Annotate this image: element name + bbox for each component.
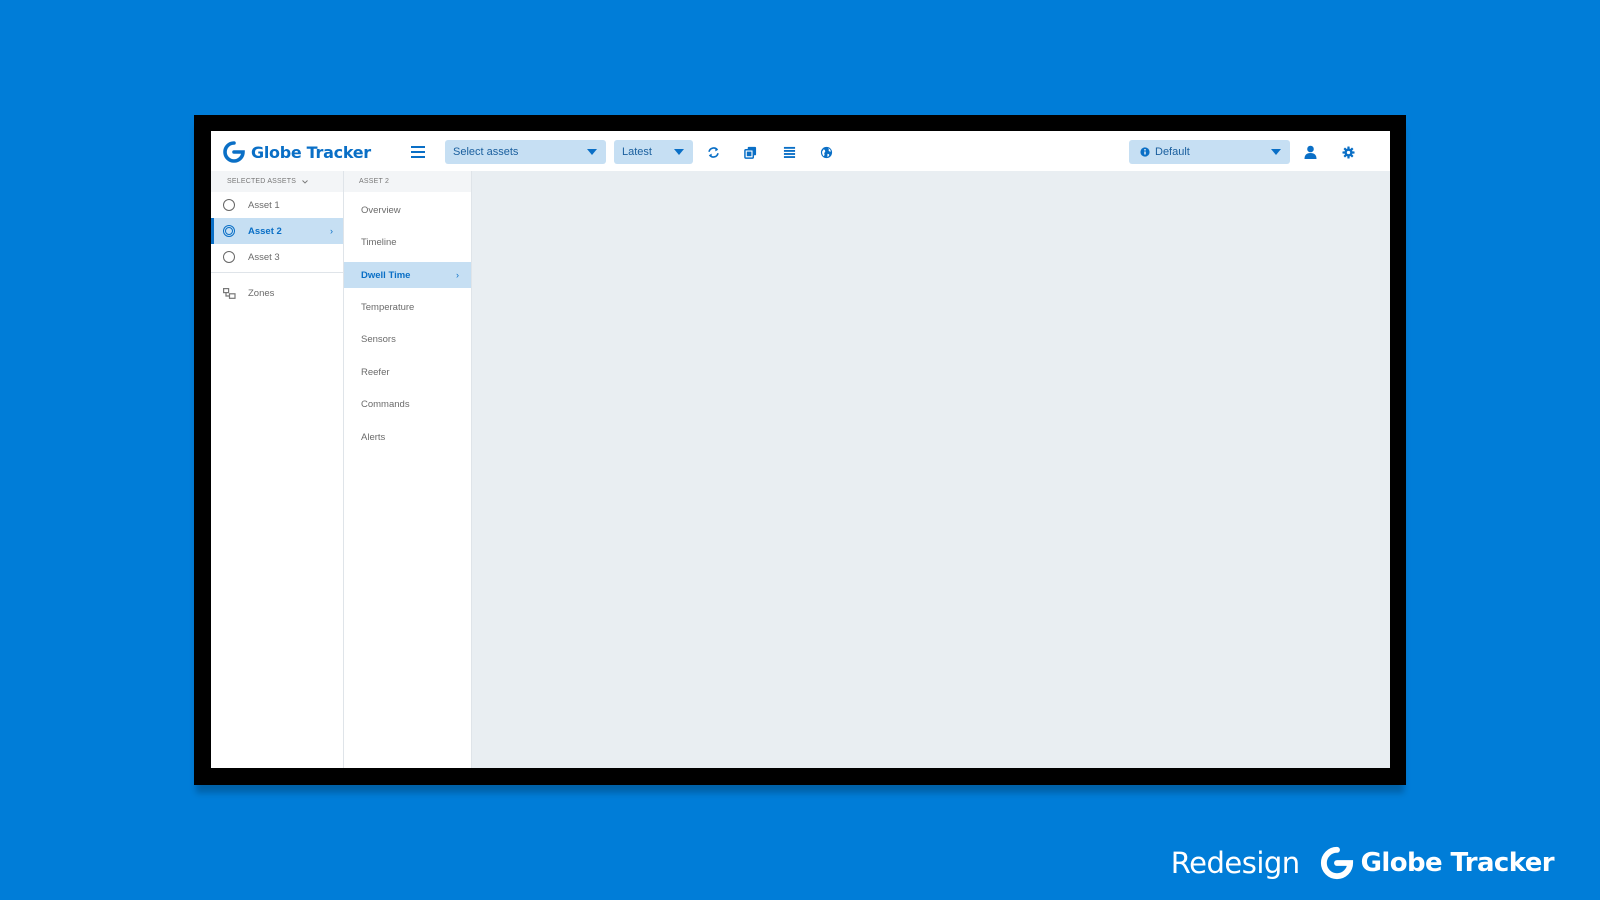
time-range-label: Latest	[622, 146, 652, 158]
radio-selected-icon	[223, 225, 235, 237]
submenu-title: ASSET 2	[359, 178, 390, 185]
asset-item-label: Asset 2	[248, 225, 282, 237]
selected-assets-header[interactable]: SELECTED ASSETS	[211, 171, 343, 192]
user-button[interactable]	[1301, 143, 1319, 161]
submenu-item-label: Sensors	[361, 334, 396, 346]
footer-logo-text: Globe Tracker	[1360, 848, 1555, 878]
top-bar: Globe Tracker Select assets Latest Defau…	[211, 131, 1390, 171]
copy-button[interactable]	[741, 143, 759, 161]
footer-brand: Redesign Globe Tracker	[1170, 846, 1555, 880]
select-assets-label: Select assets	[453, 146, 519, 158]
submenu-item-overview[interactable]: Overview	[344, 194, 471, 227]
chevron-down-icon	[1271, 149, 1281, 155]
chevron-down-icon	[587, 149, 597, 155]
submenu-item-label: Reefer	[361, 366, 390, 378]
settings-button[interactable]	[1339, 143, 1357, 161]
submenu-item-label: Commands	[361, 399, 410, 411]
asset-item-label: Asset 1	[248, 199, 280, 211]
chevron-down-icon	[674, 149, 684, 155]
radio-icon	[223, 251, 235, 263]
submenu-item-sensors[interactable]: Sensors	[344, 324, 471, 357]
submenu-item-label: Overview	[361, 204, 401, 216]
chevron-right-icon: ›	[456, 270, 459, 280]
zones-item[interactable]: Zones	[211, 273, 343, 313]
submenu-header: ASSET 2	[344, 171, 471, 192]
copy-icon	[743, 146, 756, 159]
radio-icon	[223, 199, 235, 211]
list-view-button[interactable]	[780, 143, 798, 161]
submenu-item-label: Timeline	[361, 237, 397, 249]
info-icon	[1140, 147, 1150, 157]
chevron-down-icon	[302, 179, 308, 184]
refresh-icon	[707, 146, 719, 158]
device-frame: Globe Tracker Select assets Latest Defau…	[194, 115, 1406, 785]
app-screen: Globe Tracker Select assets Latest Defau…	[211, 131, 1390, 768]
menu-toggle-button[interactable]	[408, 144, 428, 160]
menu-icon	[411, 146, 425, 158]
globe-tracker-logo-icon	[1320, 846, 1353, 880]
selected-assets-title: SELECTED ASSETS	[227, 178, 297, 185]
zones-label: Zones	[248, 287, 275, 299]
asset-item-2[interactable]: Asset 2 ›	[211, 218, 343, 244]
asset-item-label: Asset 3	[248, 251, 280, 263]
submenu-item-label: Temperature	[361, 301, 415, 313]
submenu-item-alerts[interactable]: Alerts	[344, 421, 471, 454]
chevron-right-icon: ›	[330, 226, 333, 236]
main-content-area	[472, 171, 1390, 768]
asset-submenu: ASSET 2 Overview Timeline Dwell Time › T…	[344, 171, 472, 768]
logo-text: Globe Tracker	[251, 142, 371, 162]
refresh-button[interactable]	[704, 143, 722, 161]
redesign-label: Redesign	[1170, 846, 1300, 880]
profile-dropdown[interactable]: Default	[1129, 140, 1290, 164]
assets-sidebar: SELECTED ASSETS Asset 1 Asset 2 › Asset …	[211, 171, 344, 768]
app-logo[interactable]: Globe Tracker	[223, 140, 371, 164]
asset-item-1[interactable]: Asset 1	[211, 192, 343, 218]
select-assets-dropdown[interactable]: Select assets	[445, 140, 606, 164]
submenu-item-dwell-time[interactable]: Dwell Time ›	[344, 262, 471, 288]
map-view-button[interactable]	[817, 143, 835, 161]
submenu-item-commands[interactable]: Commands	[344, 389, 471, 422]
list-icon	[783, 146, 795, 158]
globe-tracker-logo-icon	[223, 141, 245, 163]
profile-dropdown-label: Default	[1155, 146, 1190, 158]
submenu-item-label: Alerts	[361, 431, 386, 443]
zones-icon	[223, 287, 236, 299]
time-range-dropdown[interactable]: Latest	[614, 140, 693, 164]
submenu-item-temperature[interactable]: Temperature	[344, 291, 471, 324]
submenu-item-timeline[interactable]: Timeline	[344, 227, 471, 260]
user-icon	[1304, 145, 1316, 159]
submenu-item-reefer[interactable]: Reefer	[344, 356, 471, 389]
submenu-item-label: Dwell Time	[361, 269, 411, 281]
footer-logo: Globe Tracker	[1320, 846, 1555, 880]
asset-item-3[interactable]: Asset 3	[211, 244, 343, 270]
gear-icon	[1341, 145, 1355, 159]
globe-icon	[820, 146, 832, 158]
